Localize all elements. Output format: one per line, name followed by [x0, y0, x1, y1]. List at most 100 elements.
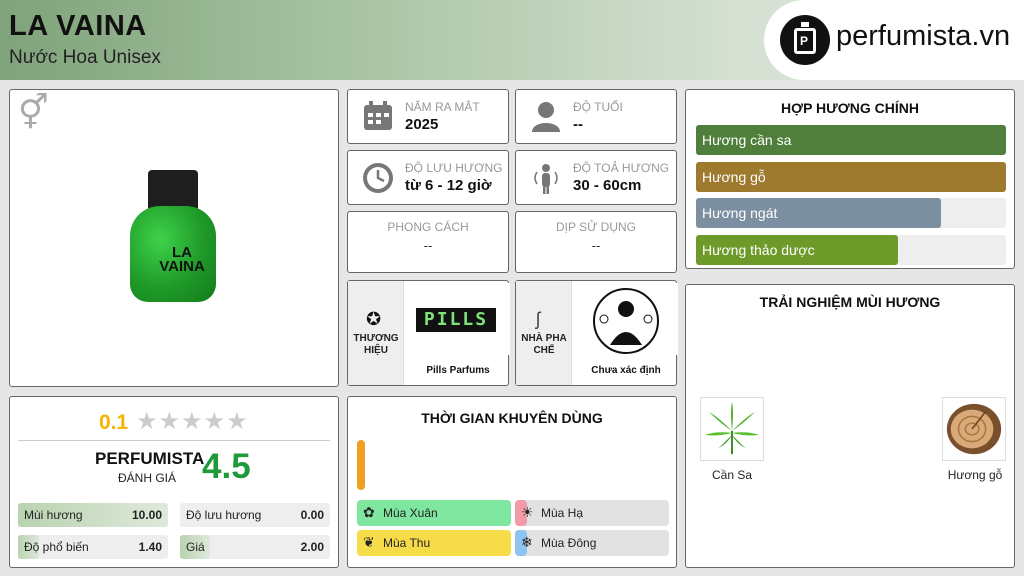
- rating-row: Độ lưu hương 0.00: [180, 503, 330, 527]
- perfumer-image: [574, 283, 678, 355]
- style-label: PHONG CÁCH: [387, 220, 469, 234]
- sillage-label: ĐỘ TOẢ HƯƠNG: [573, 161, 670, 175]
- calendar-icon: [364, 101, 392, 130]
- season-name: Mùa Đông: [541, 536, 597, 550]
- user-icon: [532, 102, 560, 132]
- recommended-time-title: THỜI GIAN KHUYÊN DÙNG: [421, 410, 603, 426]
- cannabis-leaf-icon: [700, 397, 764, 461]
- age-card: ĐỘ TUỔI --: [515, 89, 677, 144]
- perfumista-score: 4.5: [202, 447, 251, 486]
- style-value: --: [423, 238, 433, 253]
- longevity-value: từ 6 - 12 giờ: [405, 177, 492, 194]
- sun-icon: ☀: [521, 504, 534, 520]
- season-name: Mùa Xuân: [383, 506, 438, 520]
- rating-label: Giá: [186, 540, 205, 554]
- clock-icon: [363, 163, 393, 193]
- snowflake-icon: ❄: [521, 534, 533, 550]
- rating-row: Mùi hương 10.00: [18, 503, 168, 527]
- bottle-body: LA VAINA: [130, 206, 216, 302]
- brand-label-panel: ✪ THƯƠNG HIỆU: [348, 281, 404, 385]
- rating-label: Độ lưu hương: [186, 508, 262, 522]
- perfume-bottle-image: LA VAINA: [130, 170, 216, 305]
- brand-name: Pills Parfums: [426, 365, 490, 376]
- rating-row: Độ phổ biến 1.40: [18, 535, 168, 559]
- style-card: PHONG CÁCH --: [347, 211, 509, 273]
- leaf-icon: ❦: [363, 534, 375, 550]
- accord-bar: Hương cần sa: [696, 125, 1006, 155]
- age-value: --: [573, 116, 583, 133]
- experience-item-cannabis[interactable]: Cần Sa: [700, 397, 766, 482]
- perfumer-label: NHÀ PHA CHẾ: [521, 333, 567, 356]
- perfumista-label: PERFUMISTA: [95, 449, 205, 468]
- page-subtitle: Nước Hoa Unisex: [9, 47, 161, 68]
- occasion-value: --: [591, 238, 601, 253]
- brand-card[interactable]: ✪ THƯƠNG HIỆU PILLS Pills Parfums: [347, 280, 510, 386]
- product-image-card: ⚥ LA VAINA: [9, 89, 339, 387]
- recommended-time-card: THỜI GIAN KHUYÊN DÙNG ✿ Mùa Xuân ☀ Mùa Hạ ❦ M…: [347, 396, 677, 568]
- scent-experience-title: TRẢI NGHIỆM MÙI HƯƠNG: [759, 294, 941, 310]
- rating-value: 1.40: [138, 540, 162, 554]
- perfumer-label-panel: ʃ NHÀ PHA CHẾ: [516, 281, 572, 385]
- rating-divider: [18, 440, 330, 441]
- release-year-card: NĂM RA MẮT 2025: [347, 89, 509, 144]
- evaluation-label: ĐÁNH GIÁ: [118, 471, 177, 485]
- accord-label: Hương thảo dược: [702, 241, 815, 258]
- season-name: Mùa Thu: [383, 536, 431, 550]
- bottle-label: LA VAINA: [159, 244, 205, 275]
- bottle-cap: [148, 170, 198, 210]
- rating-label: Độ phổ biến: [24, 540, 89, 554]
- logo-text: perfumista.vn: [836, 20, 1011, 52]
- accord-label: Hương gỗ: [702, 168, 766, 185]
- star-badge-icon: ✪: [366, 309, 382, 329]
- experience-label-wood: Hương gỗ: [947, 468, 1003, 482]
- wood-log-icon: [942, 397, 1006, 461]
- rating-value: 10.00: [131, 508, 162, 522]
- accord-bar: Hương gỗ: [696, 161, 1006, 192]
- occasion-card: DỊP SỬ DỤNG --: [515, 211, 677, 273]
- brand-logo-text: PILLS: [416, 308, 496, 332]
- perfumer-avatar-icon: [593, 288, 659, 354]
- sillage-card: ĐỘ TOẢ HƯƠNG 30 - 60cm: [515, 150, 677, 205]
- sillage-icon: [534, 164, 558, 194]
- main-accords-title: HỢP HƯƠNG CHÍNH: [781, 100, 919, 116]
- season-name: Mùa Hạ: [541, 506, 584, 520]
- season-item[interactable]: ❦ Mùa Thu: [357, 530, 511, 556]
- season-item[interactable]: ✿ Mùa Xuân: [357, 500, 511, 526]
- occasion-label: DỊP SỬ DỤNG: [555, 220, 637, 234]
- flower-icon: ✿: [363, 504, 375, 520]
- rating-value: 2.00: [300, 540, 324, 554]
- season-fill: [357, 530, 511, 556]
- accord-label: Hương cần sa: [702, 132, 792, 148]
- time-indicator-bar: [357, 440, 365, 490]
- experience-label-cannabis: Cần Sa: [711, 468, 753, 482]
- accord-label: Hương ngát: [702, 205, 778, 221]
- star-rating[interactable]: ★★★★★: [136, 407, 249, 436]
- rating-value: 0.00: [300, 508, 324, 522]
- gender-unisex-icon: ⚥: [18, 94, 49, 132]
- age-label: ĐỘ TUỔI: [573, 100, 623, 114]
- nose-icon: ʃ: [536, 309, 540, 329]
- scent-experience-card: TRẢI NGHIỆM MÙI HƯƠNG Cần Sa Hương gỗ: [685, 284, 1015, 568]
- rating-label: Mùi hương: [24, 508, 83, 522]
- main-accords-card: HỢP HƯƠNG CHÍNH Hương cần sa Hương gỗ Hươn…: [685, 89, 1015, 269]
- longevity-card: ĐỘ LƯU HƯƠNG từ 6 - 12 giờ: [347, 150, 509, 205]
- site-logo[interactable]: P perfumista.vn: [764, 0, 1024, 80]
- header: LA VAINA Nước Hoa Unisex P perfumista.vn: [0, 0, 1024, 80]
- user-score: 0.1: [99, 411, 129, 434]
- season-item[interactable]: ❄ Mùa Đông: [515, 530, 669, 556]
- rating-card: 0.1 ★★★★★ PERFUMISTA ĐÁNH GIÁ 4.5 Mùi hư…: [9, 396, 339, 568]
- release-year-value: 2025: [405, 116, 439, 133]
- page-title: LA VAINA: [9, 10, 147, 42]
- season-item[interactable]: ☀ Mùa Hạ: [515, 500, 669, 526]
- perfumer-card[interactable]: ʃ NHÀ PHA CHẾ Chưa xác định: [515, 280, 678, 386]
- rating-row: Giá 2.00: [180, 535, 330, 559]
- brand-logo: PILLS: [406, 283, 510, 355]
- brand-label: THƯƠNG HIỆU: [353, 333, 399, 356]
- perfumer-name: Chưa xác định: [591, 365, 661, 376]
- accord-bar: Hương thảo dược: [696, 234, 1006, 265]
- longevity-label: ĐỘ LƯU HƯƠNG: [405, 161, 503, 175]
- release-year-label: NĂM RA MẮT: [405, 100, 480, 114]
- sillage-value: 30 - 60cm: [573, 177, 642, 194]
- perfume-logo-icon: P: [780, 15, 830, 65]
- experience-item-wood[interactable]: Hương gỗ: [938, 397, 1012, 482]
